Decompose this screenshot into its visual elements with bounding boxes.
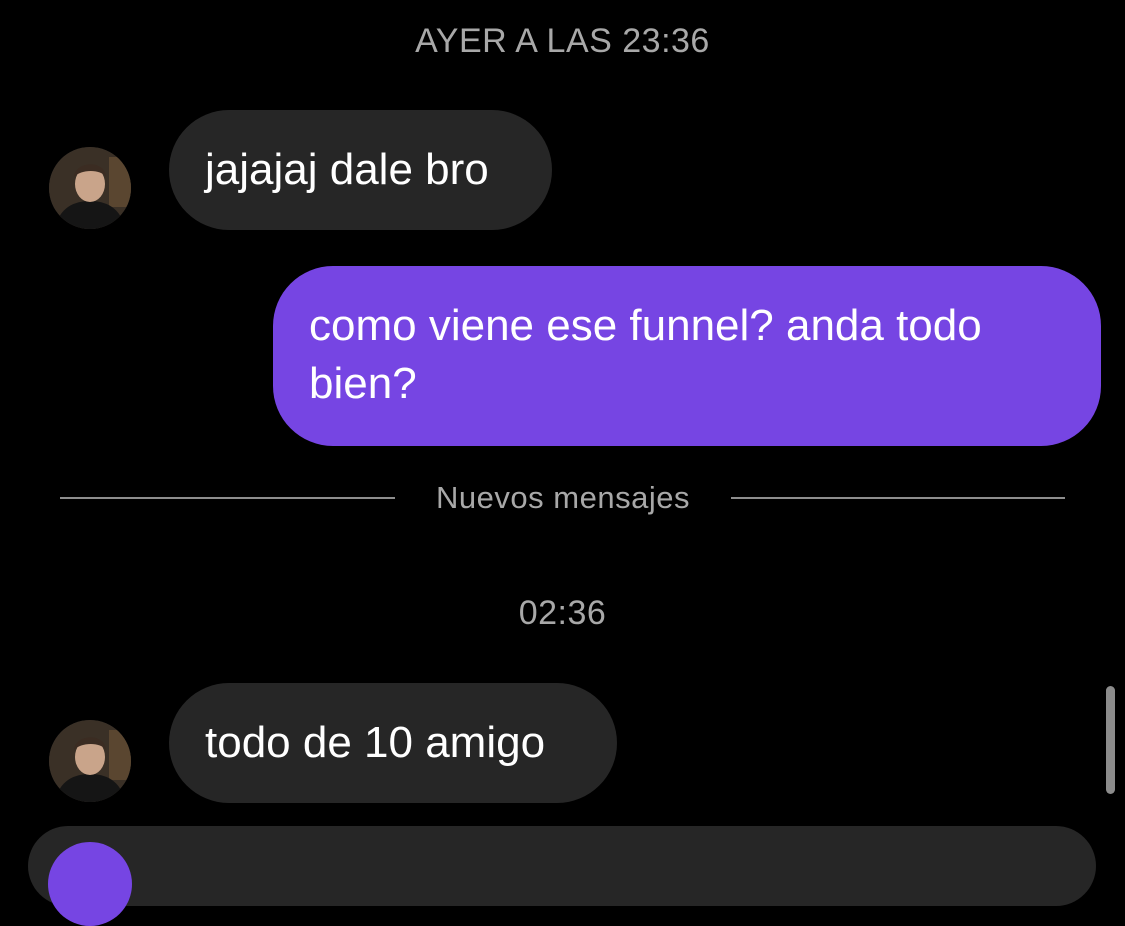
message-composer[interactable]	[28, 826, 1096, 926]
timestamp-today: 02:36	[518, 594, 607, 632]
message-bubble-incoming[interactable]: jajajaj dale bro	[169, 110, 552, 230]
new-messages-divider-right	[731, 497, 1065, 499]
message-text: como viene ese funnel? anda todo bien?	[309, 301, 982, 408]
message-text: todo de 10 amigo	[205, 718, 546, 767]
scrollbar-thumb[interactable]	[1106, 686, 1115, 794]
new-messages-divider-left	[60, 497, 395, 499]
contact-avatar[interactable]	[49, 720, 131, 802]
timestamp-yesterday: AYER A LAS 23:36	[415, 22, 710, 60]
message-bubble-outgoing[interactable]: como viene ese funnel? anda todo bien?	[273, 266, 1101, 446]
camera-icon[interactable]	[48, 842, 132, 926]
message-text: jajajaj dale bro	[205, 145, 489, 194]
new-messages-label: Nuevos mensajes	[436, 480, 690, 515]
message-bubble-incoming[interactable]: todo de 10 amigo	[169, 683, 617, 803]
contact-avatar[interactable]	[49, 147, 131, 229]
